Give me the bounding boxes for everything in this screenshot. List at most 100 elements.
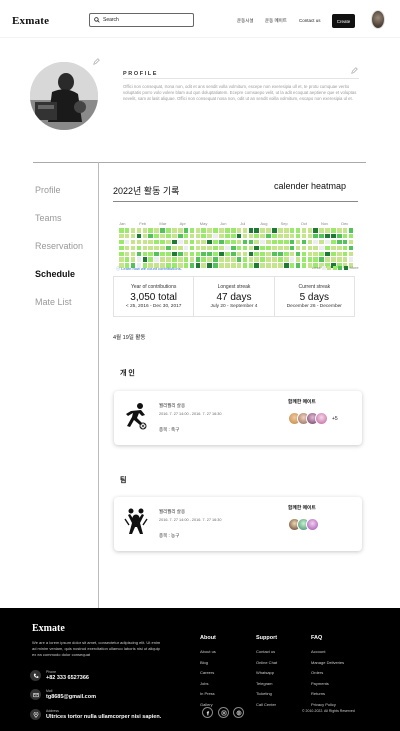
heatmap-cell[interactable] — [342, 239, 348, 245]
heatmap-cell[interactable] — [336, 257, 342, 263]
heatmap-cell[interactable] — [254, 239, 260, 245]
heatmap-cell[interactable] — [166, 257, 171, 263]
heatmap-cell[interactable] — [213, 245, 218, 251]
heatmap-cell[interactable] — [331, 233, 336, 239]
heatmap-cell[interactable] — [142, 245, 148, 251]
heatmap-cell[interactable] — [348, 245, 354, 251]
heatmap-cell[interactable] — [213, 239, 218, 245]
heatmap-cell[interactable] — [295, 245, 301, 251]
how-we-count-link[interactable]: ⓘ Learn how we count contributions. — [116, 266, 182, 272]
heatmap-cell[interactable] — [283, 228, 289, 233]
nav-facilities[interactable]: 운동시설 — [237, 18, 254, 24]
heatmap-cell[interactable] — [301, 251, 307, 257]
heatmap-cell[interactable] — [230, 228, 236, 233]
heatmap-cell[interactable] — [236, 228, 242, 233]
heatmap-cell[interactable] — [172, 245, 177, 251]
heatmap-cell[interactable] — [295, 228, 301, 233]
heatmap-cell[interactable] — [213, 251, 218, 257]
heatmap-cell[interactable] — [236, 257, 242, 263]
heatmap-cell[interactable] — [172, 233, 177, 239]
heatmap-cell[interactable] — [219, 257, 224, 263]
heatmap-cell[interactable] — [183, 257, 189, 263]
heatmap-cell[interactable] — [348, 228, 354, 233]
heatmap-cell[interactable] — [142, 228, 148, 233]
heatmap-cell[interactable] — [189, 245, 195, 251]
heatmap-cell[interactable] — [272, 233, 277, 239]
heatmap-cell[interactable] — [189, 228, 195, 233]
sidebar-item-mate-list[interactable]: Mate List — [35, 297, 72, 307]
heatmap-cell[interactable] — [307, 228, 313, 233]
heatmap-cell[interactable] — [266, 228, 271, 233]
heatmap-cell[interactable] — [201, 263, 207, 268]
heatmap-cell[interactable] — [242, 245, 248, 251]
heatmap-cell[interactable] — [289, 263, 295, 268]
more-mates-count[interactable]: +5 — [332, 416, 338, 422]
heatmap-cell[interactable] — [313, 257, 318, 263]
heatmap-cell[interactable] — [266, 257, 271, 263]
heatmap-cell[interactable] — [289, 251, 295, 257]
heatmap-cell[interactable] — [183, 263, 189, 268]
heatmap-cell[interactable] — [260, 251, 265, 257]
heatmap-cell[interactable] — [207, 228, 212, 233]
heatmap-cell[interactable] — [272, 239, 277, 245]
heatmap-cell[interactable] — [248, 251, 254, 257]
heatmap-cell[interactable] — [319, 228, 324, 233]
heatmap-cell[interactable] — [283, 233, 289, 239]
heatmap-cell[interactable] — [195, 257, 201, 263]
footer-link[interactable]: Payments — [311, 681, 329, 686]
heatmap-cell[interactable] — [177, 228, 183, 233]
heatmap-cell[interactable] — [136, 245, 142, 251]
heatmap-cell[interactable] — [219, 263, 224, 268]
heatmap-cell[interactable] — [124, 257, 130, 263]
heatmap-cell[interactable] — [254, 228, 260, 233]
heatmap-cell[interactable] — [230, 263, 236, 268]
logo[interactable]: Exmate — [12, 15, 49, 27]
heatmap-cell[interactable] — [283, 263, 289, 268]
heatmap-cell[interactable] — [313, 228, 318, 233]
heatmap-cell[interactable] — [189, 251, 195, 257]
heatmap-cell[interactable] — [207, 239, 212, 245]
heatmap-cell[interactable] — [213, 263, 218, 268]
heatmap-cell[interactable] — [342, 251, 348, 257]
footer-link[interactable]: About us — [200, 649, 216, 654]
heatmap-cell[interactable] — [154, 245, 159, 251]
heatmap-cell[interactable] — [331, 251, 336, 257]
heatmap-cell[interactable] — [307, 245, 313, 251]
heatmap-cell[interactable] — [242, 233, 248, 239]
footer-link[interactable]: Gallery — [200, 702, 213, 707]
footer-link[interactable]: Returns — [311, 691, 325, 696]
heatmap-cell[interactable] — [348, 233, 354, 239]
heatmap-cell[interactable] — [248, 245, 254, 251]
heatmap-cell[interactable] — [242, 251, 248, 257]
heatmap-cell[interactable] — [124, 233, 130, 239]
heatmap-cell[interactable] — [130, 245, 136, 251]
heatmap-cell[interactable] — [248, 239, 254, 245]
heatmap-cell[interactable] — [136, 257, 142, 263]
heatmap-cell[interactable] — [195, 228, 201, 233]
heatmap-cell[interactable] — [230, 251, 236, 257]
heatmap-cell[interactable] — [136, 228, 142, 233]
heatmap-cell[interactable] — [177, 233, 183, 239]
heatmap-cell[interactable] — [219, 233, 224, 239]
heatmap-cell[interactable] — [336, 245, 342, 251]
heatmap-cell[interactable] — [336, 239, 342, 245]
heatmap-cell[interactable] — [225, 245, 230, 251]
heatmap-cell[interactable] — [254, 233, 260, 239]
edit-profile-icon[interactable] — [351, 67, 358, 74]
heatmap-cell[interactable] — [213, 257, 218, 263]
heatmap-cell[interactable] — [248, 263, 254, 268]
sidebar-item-schedule[interactable]: Schedule — [35, 269, 75, 279]
heatmap-cell[interactable] — [289, 228, 295, 233]
heatmap-cell[interactable] — [225, 257, 230, 263]
instagram-icon[interactable] — [218, 707, 229, 718]
heatmap-cell[interactable] — [325, 245, 330, 251]
heatmap-cell[interactable] — [225, 228, 230, 233]
footer-link[interactable]: Jobs — [200, 681, 208, 686]
heatmap-cell[interactable] — [166, 251, 171, 257]
heatmap-cell[interactable] — [331, 245, 336, 251]
heatmap-cell[interactable] — [283, 239, 289, 245]
heatmap-cell[interactable] — [160, 257, 165, 263]
globe-icon[interactable] — [233, 707, 244, 718]
heatmap-cell[interactable] — [348, 257, 354, 263]
heatmap-cell[interactable] — [124, 228, 130, 233]
